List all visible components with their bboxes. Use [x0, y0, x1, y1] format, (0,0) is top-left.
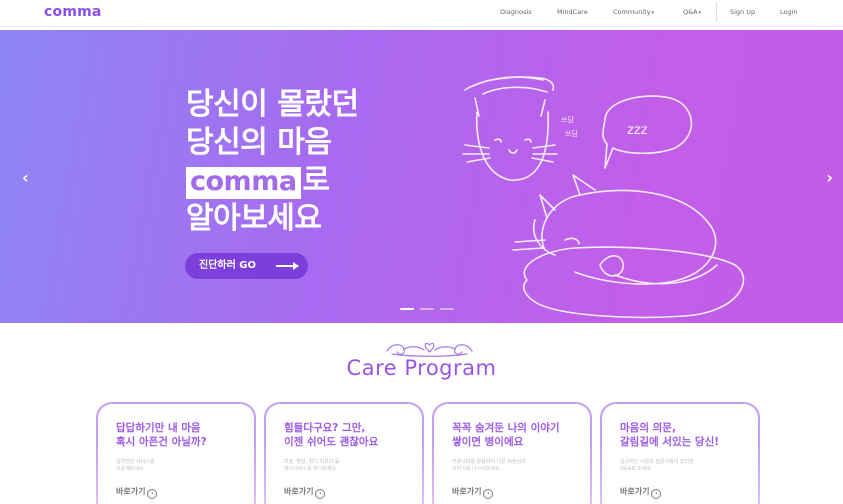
nav-menu: Diagnosis MindCare Community▾ Q&A▾ Sign … — [0, 0, 843, 27]
next-slide-arrow-icon[interactable]: › — [826, 168, 833, 187]
prev-slide-arrow-icon[interactable]: ‹ — [22, 168, 29, 187]
card-desc-line: Q&A로 오세요 — [620, 466, 652, 472]
card-shortcut-link[interactable]: 바로가기 › — [284, 486, 326, 499]
chevron-right-circle-icon: › — [147, 489, 158, 499]
card-title-line: 쌓이면 병이에요 — [452, 436, 524, 448]
care-card-rest[interactable]: 힘들다구요? 그만, 이젠 쉬어도 괜찮아요 미술, 명상, 향기 치유와 등 케어… — [264, 402, 424, 504]
top-nav: comma Diagnosis MindCare Community▾ Q&A▾… — [0, 0, 843, 27]
card-desc-line: 미술, 명상, 향기 치유와 등 — [284, 459, 340, 465]
diagnose-go-button[interactable]: 진단하러 GO — [185, 253, 308, 279]
cta-label: 진단하러 GO — [199, 260, 256, 271]
card-title-line: 이젠 쉬어도 괜찮아요 — [284, 436, 379, 448]
card-description: 미술, 명상, 향기 치유와 등 케어서비스를 만나보세요 — [284, 459, 394, 473]
hero-banner: ‹ › 당신이 몰랐던 당신의 마음 comma 로 알아보세요 진단하러 GO … — [0, 30, 843, 323]
slide-indicators — [400, 308, 460, 312]
card-link-label: 바로가기 — [452, 487, 482, 496]
card-shortcut-link[interactable]: 바로가기 › — [620, 486, 662, 499]
card-title-line: 갈림길에 서있는 당신! — [620, 436, 720, 448]
care-card-diagnosis[interactable]: 답답하기만 내 마음혹시 아픈건 아닐까? 심리진단 서비스를 이용해보세요. 바… — [96, 402, 256, 504]
card-desc-line: 심리진단 서비스를 — [116, 459, 155, 465]
headline-line-1: 당신이 몰랐던 — [186, 87, 359, 122]
card-title: 꼭꼭 숨겨둔 나의 이야기쌓이면 병이에요 — [452, 421, 587, 449]
nav-label: Community — [613, 8, 651, 16]
nav-divider — [716, 2, 717, 22]
slide-dot-3[interactable] — [440, 308, 454, 310]
chevron-down-icon: ▾ — [698, 10, 702, 16]
pat-text-2: 쓰담 — [565, 129, 578, 138]
care-card-qna[interactable]: 마음의 의문, 갈림길에 서있는 당신! 궁금하신 사항과 질문사항이 있다면 Q&… — [600, 402, 760, 504]
card-title: 힘들다구요? 그만, 이젠 쉬어도 괜찮아요 — [284, 421, 419, 449]
headline-line-2: 당신의 마음 — [186, 125, 332, 160]
card-desc-line: 케어서비스를 만나보세요 — [284, 466, 337, 472]
card-link-label: 바로가기 — [116, 487, 146, 496]
card-desc-line: 궁금하신 사항과 질문사항이 있다면 — [620, 459, 694, 465]
chevron-down-icon: ▾ — [651, 10, 655, 16]
care-program-title: Care Program — [346, 356, 497, 380]
chevron-right-circle-icon: › — [315, 489, 326, 499]
hero-headline: 당신이 몰랐던 당신의 마음 comma 로 알아보세요 — [186, 86, 359, 238]
nav-label: Sign Up — [730, 8, 756, 16]
page: comma Diagnosis MindCare Community▾ Q&A▾… — [0, 0, 843, 504]
pat-text-1: 쓰담 — [561, 115, 574, 124]
nav-item-login[interactable]: Login — [780, 8, 798, 16]
arrow-right-icon — [276, 262, 299, 270]
card-title-line: 마음의 의문, — [620, 422, 676, 434]
card-title-line: 혹시 아픈건 아닐까? — [116, 436, 207, 448]
cat-illustration: 쓰담 쓰담 zzz — [462, 76, 745, 319]
card-desc-line: 커뮤니티를 활용하여 다른 회원님과 — [452, 459, 526, 465]
card-shortcut-link[interactable]: 바로가기 › — [452, 486, 494, 499]
card-title: 답답하기만 내 마음혹시 아픈건 아닐까? — [116, 421, 251, 449]
brand-highlight: comma — [186, 167, 301, 199]
headline-line-4: 알아보세요 — [186, 201, 322, 236]
nav-item-mindcare[interactable]: MindCare — [557, 8, 588, 16]
card-title-line: 힘들다구요? 그만, — [284, 422, 366, 434]
card-title: 마음의 의문, 갈림길에 서있는 당신! — [620, 421, 755, 449]
nav-item-signup[interactable]: Sign Up — [730, 8, 755, 16]
card-title-line: 답답하기만 내 마음 — [116, 422, 201, 434]
speech-bubble-text: zzz — [627, 123, 648, 138]
brand-suffix: 로 — [302, 163, 331, 198]
card-shortcut-link[interactable]: 바로가기 › — [116, 486, 158, 499]
chevron-right-circle-icon: › — [651, 489, 662, 499]
card-desc-line: 이야기를 나누어보세요 — [452, 466, 500, 472]
slide-dot-2[interactable] — [420, 308, 434, 310]
card-description: 커뮤니티를 활용하여 다른 회원님과 이야기를 나누어보세요 — [452, 459, 562, 473]
nav-item-diagnosis[interactable]: Diagnosis — [500, 8, 532, 16]
nav-item-community[interactable]: Community▾ — [613, 8, 654, 16]
care-card-community[interactable]: 꼭꼭 숨겨둔 나의 이야기쌓이면 병이에요 커뮤니티를 활용하여 다른 회원님과… — [432, 402, 592, 504]
headline-line-3: comma 로 — [186, 162, 359, 200]
nav-label: Login — [780, 8, 798, 16]
nav-label: Q&A — [683, 8, 698, 16]
card-link-label: 바로가기 — [284, 487, 314, 496]
nav-label: MindCare — [557, 8, 588, 16]
card-desc-line: 이용해보세요. — [116, 466, 146, 472]
nav-label: Diagnosis — [500, 8, 532, 16]
chevron-right-circle-icon: › — [483, 489, 494, 499]
card-link-label: 바로가기 — [620, 487, 650, 496]
nav-item-qna[interactable]: Q&A▾ — [683, 8, 701, 16]
card-title-line: 꼭꼭 숨겨둔 나의 이야기 — [452, 422, 560, 434]
card-description: 궁금하신 사항과 질문사항이 있다면 Q&A로 오세요 — [620, 459, 730, 473]
slide-dot-1[interactable] — [400, 308, 414, 310]
card-description: 심리진단 서비스를 이용해보세요. — [116, 459, 226, 473]
